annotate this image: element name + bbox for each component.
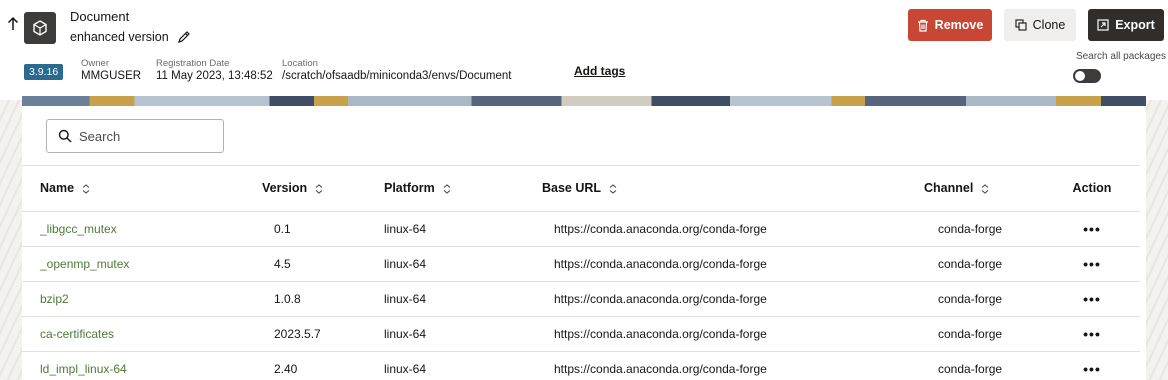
column-header-channel[interactable]: Channel — [904, 166, 1044, 212]
row-actions-menu[interactable]: ••• — [1044, 281, 1140, 317]
cell-base-url: https://conda.anaconda.org/conda-forge — [520, 211, 904, 247]
table-body: _libgcc_mutex 0.1 linux-64 https://conda.an… — [22, 211, 1140, 380]
package-icon — [24, 12, 56, 44]
cell-platform: linux-64 — [362, 316, 520, 352]
column-header-name[interactable]: Name — [22, 166, 242, 212]
table-row[interactable]: bzip2 1.0.8 linux-64 https://conda.anaconda… — [22, 281, 1140, 317]
sort-icon[interactable] — [315, 184, 323, 194]
sort-icon[interactable] — [82, 184, 90, 194]
cell-channel: conda-forge — [904, 316, 1044, 352]
owner-label: Owner — [81, 58, 109, 69]
table-row[interactable]: ld_impl_linux-64 2.40 linux-64 https://cond… — [22, 351, 1140, 380]
packages-table: Name Version Platform Base URL Channel Action… — [22, 166, 1140, 380]
column-header-label: Version — [262, 181, 308, 196]
row-actions-menu[interactable]: ••• — [1044, 211, 1140, 247]
cell-channel: conda-forge — [904, 246, 1044, 282]
search-input[interactable] — [79, 128, 209, 144]
search-icon — [58, 129, 72, 143]
cell-name[interactable]: _openmp_mutex — [22, 246, 242, 282]
cell-platform: linux-64 — [362, 351, 520, 380]
cell-channel: conda-forge — [904, 281, 1044, 317]
location-value: /scratch/ofsaadb/miniconda3/envs/Documen… — [282, 70, 512, 82]
cell-platform: linux-64 — [362, 281, 520, 317]
cell-base-url: https://conda.anaconda.org/conda-forge — [520, 281, 904, 317]
row-actions-menu[interactable]: ••• — [1044, 246, 1140, 282]
remove-button[interactable]: Remove — [908, 9, 992, 41]
table-row[interactable]: _openmp_mutex 4.5 linux-64 https://conda.an… — [22, 246, 1140, 282]
search-field[interactable] — [46, 119, 224, 153]
export-label: Export — [1115, 18, 1155, 32]
toggle-knob — [1075, 71, 1085, 81]
clone-button[interactable]: Clone — [1004, 9, 1076, 41]
cell-base-url: https://conda.anaconda.org/conda-forge — [520, 246, 904, 282]
column-header-base-url[interactable]: Base URL — [520, 166, 904, 212]
cell-name[interactable]: bzip2 — [22, 281, 242, 317]
subtitle-text: enhanced version — [70, 30, 169, 44]
copy-icon — [1015, 19, 1027, 31]
cell-version: 4.5 — [242, 246, 362, 282]
cell-platform: linux-64 — [362, 211, 520, 247]
location-label: Location — [282, 58, 318, 69]
column-header-label: Channel — [924, 181, 974, 196]
cell-version: 2.40 — [242, 351, 362, 380]
column-header-action: Action — [1044, 166, 1140, 212]
pencil-icon[interactable] — [177, 30, 191, 44]
export-button[interactable]: Export — [1088, 9, 1164, 41]
package-header: Document enhanced version 3.9.16 Owner M… — [0, 0, 1168, 100]
cell-name[interactable]: ca-certificates — [22, 316, 242, 352]
cell-channel: conda-forge — [904, 351, 1044, 380]
cell-base-url: https://conda.anaconda.org/conda-forge — [520, 351, 904, 380]
column-header-label: Action — [1072, 181, 1112, 196]
search-all-label: Search all packages — [1075, 51, 1166, 62]
cell-version: 2023.5.7 — [242, 316, 362, 352]
sort-icon[interactable] — [981, 184, 989, 194]
location-info: Location /scratch/ofsaadb/miniconda3/env… — [282, 58, 511, 83]
owner-value: MMGUSER — [81, 70, 142, 82]
cell-name[interactable]: _libgcc_mutex — [22, 211, 242, 247]
clone-label: Clone — [1032, 18, 1066, 32]
packages-card: Name Version Platform Base URL Channel Action… — [22, 106, 1146, 380]
cell-version: 1.0.8 — [242, 281, 362, 317]
owner-info: Owner MMGUSER — [81, 58, 141, 83]
table-row[interactable]: _libgcc_mutex 0.1 linux-64 https://conda.an… — [22, 211, 1140, 247]
row-actions-menu[interactable]: ••• — [1044, 351, 1140, 380]
back-arrow-icon[interactable] — [6, 16, 20, 32]
trash-icon — [917, 19, 928, 32]
sort-icon[interactable] — [443, 184, 451, 194]
search-all-toggle[interactable] — [1073, 69, 1101, 83]
table-header-row: Name Version Platform Base URL Channel Action — [22, 166, 1140, 212]
registration-value: 11 May 2023, 13:48:52 — [156, 70, 273, 82]
column-header-platform[interactable]: Platform — [362, 166, 520, 212]
column-header-version[interactable]: Version — [242, 166, 362, 212]
sort-icon[interactable] — [609, 184, 617, 194]
cell-base-url: https://conda.anaconda.org/conda-forge — [520, 316, 904, 352]
cell-platform: linux-64 — [362, 246, 520, 282]
cell-channel: conda-forge — [904, 211, 1044, 247]
version-badge: 3.9.16 — [24, 64, 64, 80]
registration-label: Registration Date — [156, 58, 230, 69]
column-header-label: Base URL — [542, 181, 602, 196]
export-icon — [1097, 19, 1109, 31]
cell-version: 0.1 — [242, 211, 362, 247]
add-tags-link[interactable]: Add tags — [574, 64, 625, 78]
table-row[interactable]: ca-certificates 2023.5.7 linux-64 https://c… — [22, 316, 1140, 352]
column-header-label: Name — [40, 181, 75, 196]
registration-info: Registration Date 11 May 2023, 13:48:52 — [156, 58, 273, 83]
column-header-label: Platform — [384, 181, 435, 196]
remove-label: Remove — [934, 18, 984, 32]
page-subtitle: enhanced version — [70, 30, 191, 44]
cell-name[interactable]: ld_impl_linux-64 — [22, 351, 242, 380]
page-title: Document — [70, 9, 130, 24]
decorative-banner — [22, 96, 1146, 106]
row-actions-menu[interactable]: ••• — [1044, 316, 1140, 352]
